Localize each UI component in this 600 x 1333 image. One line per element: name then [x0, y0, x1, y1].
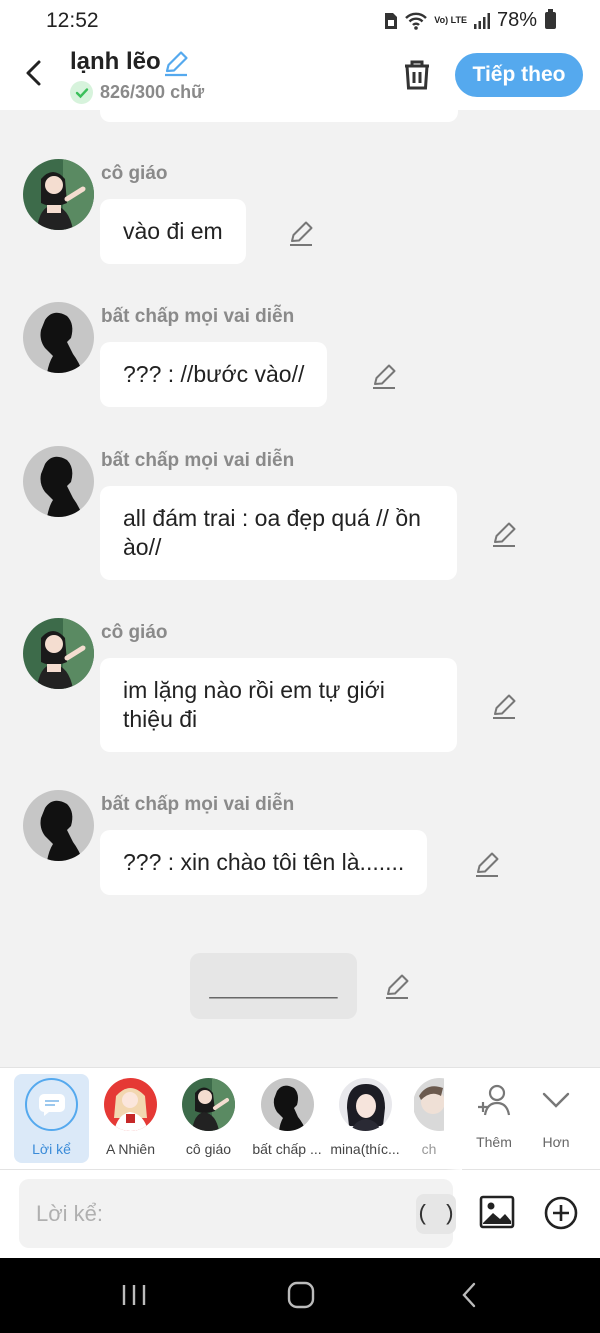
- character-a-nhien[interactable]: A Nhiên: [98, 1068, 163, 1171]
- edit-narration-icon[interactable]: [383, 972, 411, 1000]
- image-icon[interactable]: [478, 1193, 516, 1231]
- back-arrow-icon[interactable]: [18, 56, 52, 90]
- message-bubble[interactable]: all đám trai : oa đẹp quá // ồn ào//: [100, 486, 457, 580]
- narration-input[interactable]: [19, 1179, 399, 1248]
- partial-avatar: [414, 1078, 444, 1131]
- teacher-avatar: [182, 1078, 235, 1131]
- message-bubble[interactable]: im lặng nào rồi em tự giới thiệu đi: [100, 658, 457, 752]
- silhouette-avatar[interactable]: [23, 446, 94, 517]
- character-label: Lời kể: [32, 1141, 71, 1157]
- home-icon[interactable]: [286, 1280, 316, 1310]
- chevron-down-icon[interactable]: [540, 1084, 572, 1116]
- chat-area[interactable]: cô giáo vào đi em bất chấp mọi vai diễn …: [0, 110, 600, 1067]
- character-label: A Nhiên: [105, 1141, 156, 1157]
- message-bubble[interactable]: vào đi em: [100, 199, 246, 264]
- status-time: 12:52: [46, 9, 99, 32]
- battery-icon: [545, 9, 556, 29]
- sim-icon: [385, 12, 398, 29]
- word-count: 826/300 chữ: [100, 82, 205, 102]
- network-type: Vo) LTE: [434, 15, 467, 25]
- speaker-name: bất chấp mọi vai diễn: [101, 450, 295, 471]
- parentheses-button[interactable]: ( ): [416, 1194, 456, 1234]
- signal-icon: [473, 12, 490, 29]
- edit-message-icon[interactable]: [473, 850, 501, 878]
- dark-hair-avatar: [338, 1078, 392, 1131]
- input-bar: ( ): [0, 1170, 600, 1258]
- character-label: mina(thíc...: [330, 1141, 400, 1157]
- speaker-name: bất chấp mọi vai diễn: [101, 306, 295, 327]
- recents-icon[interactable]: [119, 1280, 149, 1310]
- word-count-row: 826/300 chữ: [70, 81, 204, 104]
- speaker-name: bất chấp mọi vai diễn: [101, 794, 295, 815]
- input-box: ( ): [19, 1179, 456, 1248]
- character-bat-chap[interactable]: bất chấp ...: [247, 1068, 327, 1171]
- character-picker: Lời kể A Nhiên cô giáo bất chấp ... mina…: [0, 1067, 600, 1171]
- header: lạnh lẽo 826/300 chữ Tiếp theo: [0, 44, 600, 110]
- plus-icon[interactable]: [543, 1195, 579, 1231]
- edit-message-icon[interactable]: [370, 362, 398, 390]
- previous-message-bubble[interactable]: [100, 110, 458, 122]
- narration-icon: [25, 1078, 78, 1131]
- speaker-name: cô giáo: [101, 163, 168, 184]
- character-partial[interactable]: ch: [414, 1068, 444, 1171]
- silhouette-avatar[interactable]: [23, 790, 94, 861]
- edit-message-icon[interactable]: [490, 520, 518, 548]
- add-character-icon[interactable]: [475, 1081, 513, 1119]
- fade-edge: [446, 1068, 462, 1171]
- more-label[interactable]: Thêm: [470, 1134, 518, 1150]
- character-label: bất chấp ...: [252, 1141, 322, 1157]
- silhouette-avatar: [260, 1078, 314, 1131]
- character-label: ch: [421, 1141, 437, 1157]
- check-icon: [70, 81, 93, 104]
- edit-message-icon[interactable]: [287, 219, 315, 247]
- less-label[interactable]: Hơn: [532, 1134, 580, 1150]
- trash-icon[interactable]: [398, 56, 436, 94]
- status-icons: Vo) LTE 78%: [384, 9, 556, 32]
- narration-bubble[interactable]: __________: [190, 953, 357, 1019]
- edit-title-icon[interactable]: [162, 49, 190, 77]
- message-bubble[interactable]: ??? : xin chào tôi tên là.......: [100, 830, 428, 895]
- battery-text: 78%: [496, 9, 537, 31]
- message-bubble[interactable]: ??? : //bước vào//: [100, 342, 328, 407]
- teacher-avatar[interactable]: [23, 618, 94, 689]
- character-mina[interactable]: mina(thíc...: [325, 1068, 405, 1171]
- character-teacher[interactable]: cô giáo: [176, 1068, 241, 1171]
- character-narration[interactable]: Lời kể: [19, 1068, 84, 1171]
- red-hair-avatar: [104, 1078, 157, 1131]
- speaker-name: cô giáo: [101, 622, 168, 643]
- system-nav-bar: [0, 1258, 600, 1333]
- edit-message-icon[interactable]: [490, 692, 518, 720]
- status-bar: 12:52 Vo) LTE 78%: [0, 0, 600, 44]
- story-title: lạnh lẽo: [70, 48, 161, 75]
- next-button[interactable]: Tiếp theo: [455, 53, 583, 97]
- wifi-icon: [405, 12, 428, 30]
- silhouette-avatar[interactable]: [23, 302, 94, 373]
- back-icon[interactable]: [455, 1280, 485, 1310]
- teacher-avatar[interactable]: [23, 159, 94, 230]
- character-label: cô giáo: [185, 1141, 232, 1157]
